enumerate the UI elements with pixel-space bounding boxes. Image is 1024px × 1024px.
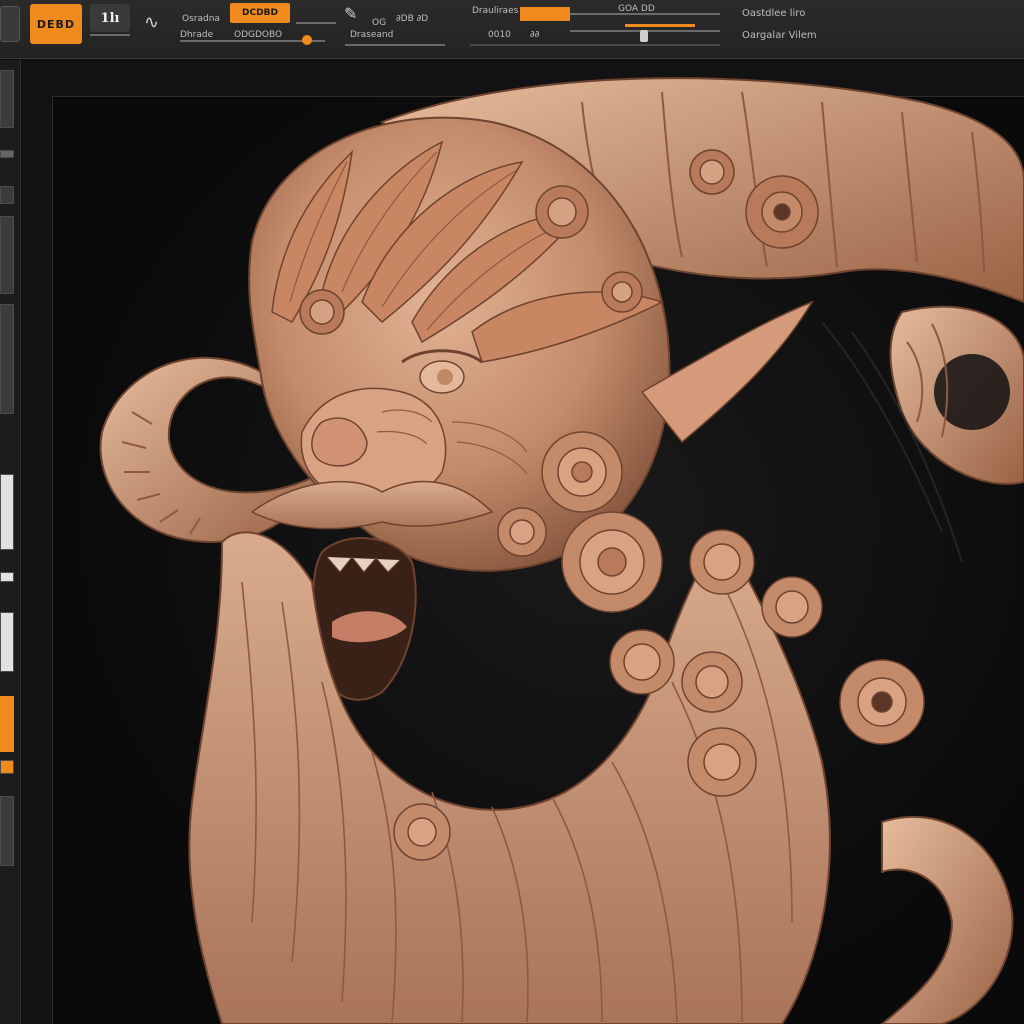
label-b2: OG — [372, 18, 387, 28]
stroke-icon[interactable]: ∿ — [144, 12, 159, 33]
menu-stub-button[interactable] — [0, 6, 20, 42]
brush-underline — [90, 34, 130, 36]
left-panel-button-4[interactable] — [0, 304, 14, 414]
label-c4: ∂∂ — [530, 30, 540, 40]
label-a1: Osradna — [182, 14, 220, 24]
draw-size-icon[interactable]: ✎ — [344, 4, 357, 23]
sculpt-viewport[interactable] — [22, 62, 1024, 1024]
brush-button[interactable]: 1lı — [90, 4, 130, 32]
label-a3: ODGDOBO — [234, 30, 283, 40]
creature-sculpt-image — [99, 77, 1024, 1024]
left-panel-button-5[interactable] — [0, 796, 14, 866]
label-c3: 0010 — [488, 30, 511, 40]
left-panel-button-3[interactable] — [0, 216, 14, 294]
left-panel-button-2[interactable] — [0, 186, 14, 204]
left-panel-swatch-small[interactable] — [0, 572, 14, 582]
edit-mode-button[interactable]: DEBD — [30, 4, 82, 44]
left-panel-swatch-light[interactable] — [0, 474, 14, 550]
left-panel-swatch-tall[interactable] — [0, 612, 14, 672]
label-b1: Draseand — [350, 30, 394, 40]
top-shelf: DEBD 1lı ∿ Osradna Dhrade ODGDOBO DCDBD … — [0, 0, 1024, 59]
left-tool-panel — [0, 60, 21, 1024]
focal-knob[interactable] — [640, 30, 648, 42]
label-c2: GOA DD — [618, 4, 655, 14]
left-panel-button-1[interactable] — [0, 70, 14, 128]
left-panel-active-swatch[interactable] — [0, 696, 14, 752]
active-preset-chip[interactable]: DCDBD — [230, 3, 290, 23]
chip-slider[interactable] — [296, 22, 336, 24]
z-intensity-bar[interactable] — [520, 7, 570, 21]
left-panel-handle[interactable] — [0, 150, 14, 158]
label-c1: Drauliraes — [472, 6, 519, 16]
draw-size-slider[interactable] — [345, 44, 445, 46]
rgb-track[interactable] — [470, 44, 720, 46]
label-d2: Oargalar Vilem — [742, 30, 817, 41]
label-d1: Oastdlee liro — [742, 8, 806, 19]
focal-fill — [625, 24, 695, 27]
label-a2: Dhrade — [180, 30, 214, 40]
intensity-slider-knob[interactable] — [302, 35, 312, 45]
left-panel-accent-strip[interactable] — [0, 760, 14, 774]
label-b3: ∂DB ∂D — [396, 14, 429, 24]
